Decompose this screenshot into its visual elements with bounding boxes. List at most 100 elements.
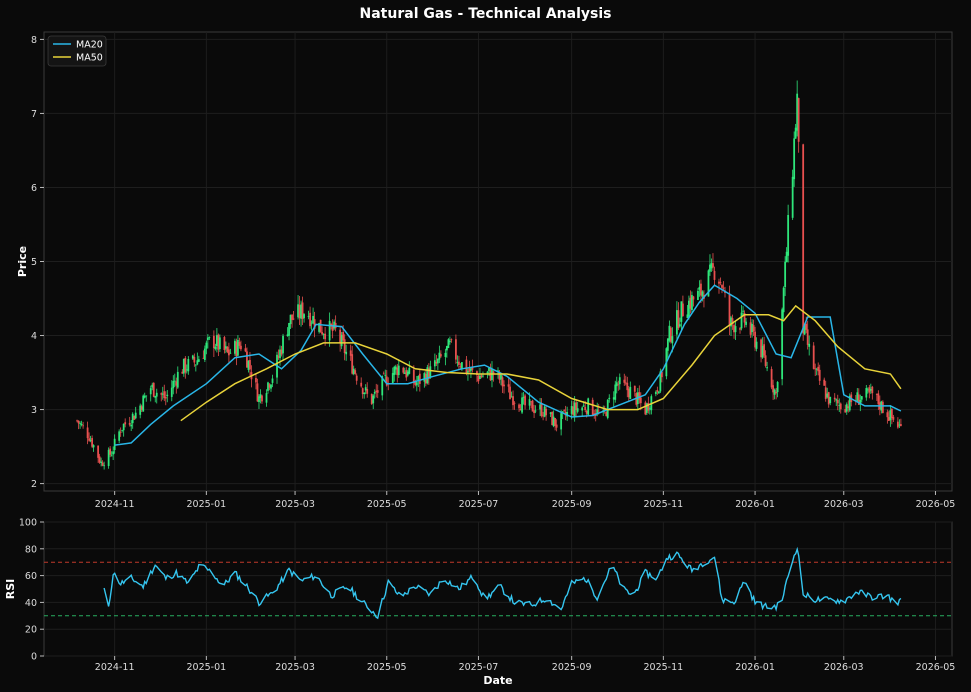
rsi-x-tick-label: 2026-03 xyxy=(824,662,864,673)
candle-body xyxy=(458,361,460,365)
candle-body xyxy=(205,342,208,349)
price-x-ticks: 2024-11 2025-01 2025-03 2025-05 2025-07 2025-… xyxy=(95,491,955,510)
candle-body xyxy=(97,445,100,458)
candle-body xyxy=(802,144,805,334)
candle-body xyxy=(713,270,716,280)
candle-body xyxy=(671,336,674,344)
price-y-ticks: 2 3 4 5 6 7 8 xyxy=(31,35,44,490)
price-y-tick-label: 5 xyxy=(31,257,37,268)
candle-body xyxy=(164,397,167,399)
candle-body xyxy=(193,356,196,363)
candle-body xyxy=(194,364,197,366)
candle-body xyxy=(860,396,863,400)
candle-body xyxy=(455,339,457,360)
legend-ma50-label: MA50 xyxy=(76,53,103,64)
candle-body xyxy=(218,337,221,349)
candle-body xyxy=(265,393,268,403)
candle-body xyxy=(528,399,531,406)
candle-body xyxy=(418,373,421,384)
candle-body xyxy=(755,341,758,349)
candle-body xyxy=(739,328,741,330)
rsi-x-tick-label: 2025-07 xyxy=(459,662,499,673)
candle-body xyxy=(584,406,587,411)
candle-body xyxy=(770,369,773,388)
candle-body xyxy=(615,382,618,387)
candle-body xyxy=(618,377,621,385)
candle-body xyxy=(228,349,230,356)
legend-ma20-label: MA20 xyxy=(76,40,103,51)
candle-body xyxy=(77,420,80,424)
candle-body xyxy=(212,335,215,349)
candle-body xyxy=(560,413,563,430)
candle-body xyxy=(793,138,796,180)
rsi-x-tick-label: 2024-11 xyxy=(95,662,135,673)
candle-body xyxy=(829,396,832,404)
candle-body xyxy=(654,391,657,395)
candle-body xyxy=(486,371,489,374)
candle-body xyxy=(823,379,826,386)
price-x-tick-label: 2025-07 xyxy=(459,499,499,510)
candle-body xyxy=(238,342,241,346)
candle-body xyxy=(415,382,418,386)
candle-body xyxy=(722,287,725,289)
legend: MA20 MA50 xyxy=(47,35,107,67)
candle-body xyxy=(249,359,251,370)
candle-body xyxy=(184,357,187,373)
candle-body xyxy=(513,402,516,404)
candle-body xyxy=(324,333,327,340)
candle-body xyxy=(408,367,411,374)
candle-body xyxy=(373,391,376,394)
candle-body xyxy=(448,340,451,343)
candle-body xyxy=(782,287,785,313)
candle-body xyxy=(118,431,121,441)
candle-body xyxy=(763,344,765,356)
candle-body xyxy=(134,412,137,419)
candle-body xyxy=(124,422,127,425)
price-x-tick-label: 2025-03 xyxy=(275,499,315,510)
candle-body xyxy=(270,384,272,389)
candle-body xyxy=(376,390,379,393)
candle-body xyxy=(166,394,169,397)
candle-body xyxy=(170,387,173,397)
candle-body xyxy=(692,296,695,300)
chart-figure: Natural Gas - Technical Analysis 2 3 4 5 6 7 8… xyxy=(0,0,971,692)
candle-body xyxy=(288,322,290,336)
candle-body xyxy=(229,352,232,354)
candle-body xyxy=(742,310,744,312)
candle-body xyxy=(721,285,723,288)
candle-body xyxy=(787,214,790,256)
candle-body xyxy=(587,398,590,415)
candle-body xyxy=(119,431,122,433)
candle-body xyxy=(534,410,537,412)
rsi-x-tick-label: 2026-05 xyxy=(916,662,956,673)
chart-title: Natural Gas - Technical Analysis xyxy=(360,6,612,22)
candle-body xyxy=(629,386,632,399)
candle-body xyxy=(152,382,155,397)
candle-body xyxy=(360,382,363,387)
candle-body xyxy=(719,282,722,283)
price-x-tick-label: 2024-11 xyxy=(95,499,135,510)
candle-body xyxy=(173,380,176,382)
candle-body xyxy=(521,397,523,413)
candle-body xyxy=(172,381,175,389)
candle-body xyxy=(309,312,311,327)
candle-body xyxy=(128,422,131,425)
candle-body xyxy=(833,397,836,400)
candle-body xyxy=(791,176,794,218)
candle-body xyxy=(545,408,548,416)
candle-body xyxy=(899,424,902,426)
rsi-y-tick-label: 100 xyxy=(19,518,37,529)
price-y-tick-label: 3 xyxy=(31,405,37,416)
candlestick-series xyxy=(76,80,902,470)
candle-body xyxy=(86,427,89,439)
candle-body xyxy=(92,445,95,448)
candle-body xyxy=(402,367,405,373)
candle-body xyxy=(839,403,842,410)
candle-body xyxy=(797,98,800,142)
candle-body xyxy=(886,412,889,418)
candle-body xyxy=(531,400,534,412)
rsi-y-tick-label: 40 xyxy=(25,598,37,609)
candle-body xyxy=(576,408,579,412)
candle-body xyxy=(682,303,684,317)
candle-body xyxy=(112,451,115,455)
